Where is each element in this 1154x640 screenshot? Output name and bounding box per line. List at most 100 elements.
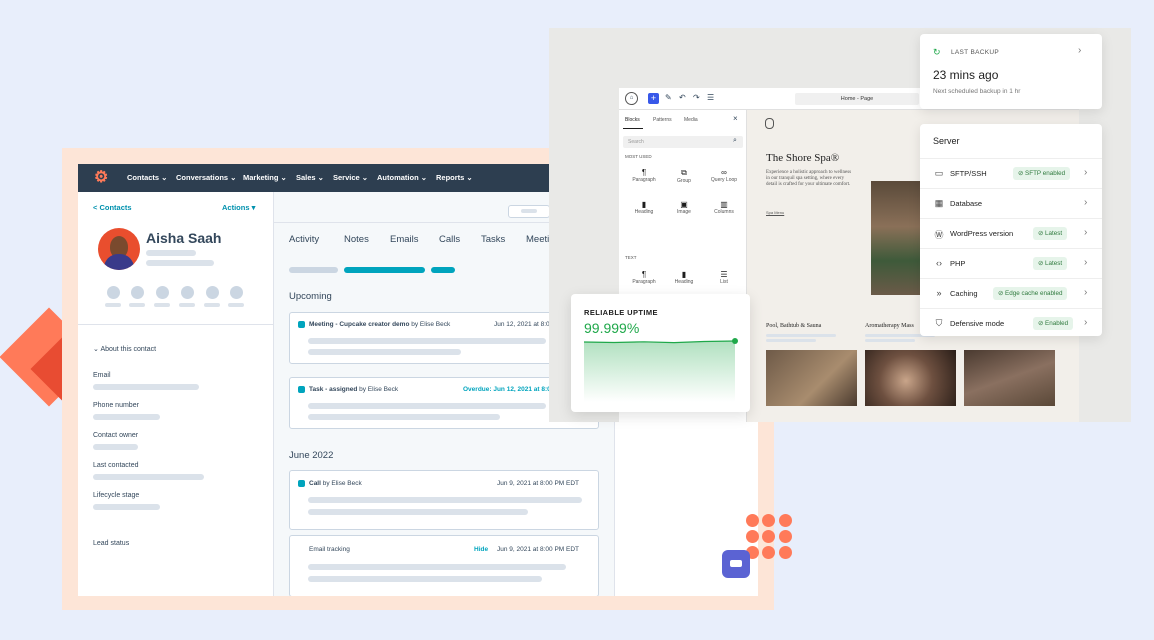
row-label: Caching bbox=[950, 289, 978, 298]
search-icon: ⌕ bbox=[733, 137, 737, 144]
caching-icon: » bbox=[936, 288, 942, 298]
contact-sidebar: < Contacts Actions ▾ Aisha Saah ⌄ About … bbox=[78, 192, 274, 596]
action-dot[interactable] bbox=[156, 286, 169, 299]
status-badge: ⊘ Enabled bbox=[1033, 317, 1074, 330]
card-author: by Elise Beck bbox=[320, 480, 362, 487]
clock-icon: ↻ bbox=[933, 47, 941, 57]
tab-activity[interactable]: Activity bbox=[289, 234, 319, 245]
tab-notes[interactable]: Notes bbox=[344, 234, 369, 245]
block-columns[interactable]: ▥ Columns bbox=[704, 200, 744, 215]
field-owner-label: Contact owner bbox=[93, 432, 139, 439]
last-backup-value: 23 mins ago bbox=[933, 68, 999, 82]
contact-name: Aisha Saah bbox=[146, 230, 222, 246]
chat-widget-button[interactable] bbox=[722, 550, 750, 578]
block-search-input[interactable]: Search ⌕ bbox=[623, 136, 743, 148]
tab-calls[interactable]: Calls bbox=[439, 234, 460, 245]
action-dot[interactable] bbox=[131, 286, 144, 299]
decorative-dot bbox=[746, 530, 759, 543]
block-paragraph[interactable]: ¶ Paragraph bbox=[624, 168, 664, 183]
nav-automation[interactable]: Automation ⌄ bbox=[377, 173, 427, 182]
tab-media[interactable]: Media bbox=[684, 117, 698, 123]
nav-reports[interactable]: Reports ⌄ bbox=[436, 173, 473, 182]
redo-icon[interactable]: ↷ bbox=[693, 93, 700, 102]
most-used-heading: MOST USED bbox=[625, 154, 652, 159]
action-dot[interactable] bbox=[206, 286, 219, 299]
decorative-dot bbox=[779, 530, 792, 543]
document-title[interactable]: Home - Page bbox=[795, 93, 919, 105]
about-this-contact-toggle[interactable]: ⌄ About this contact bbox=[93, 345, 156, 353]
status-badge: ⊘ Edge cache enabled bbox=[993, 287, 1068, 300]
chevron-right-icon: › bbox=[1084, 257, 1088, 268]
card-title: Task - assigned bbox=[309, 386, 358, 393]
status-badge: ⊘ SFTP enabled bbox=[1013, 167, 1071, 180]
block-group[interactable]: ⧉ Group bbox=[664, 168, 704, 184]
tab-meetings[interactable]: Meeti bbox=[526, 234, 549, 245]
server-row-php[interactable]: ‹› PHP ⊘ Latest › bbox=[920, 248, 1102, 278]
card-author: by Elise Beck bbox=[357, 386, 399, 393]
tab-emails[interactable]: Emails bbox=[390, 234, 419, 245]
field-lead-status-label: Lead status bbox=[93, 540, 130, 547]
tab-patterns[interactable]: Patterns bbox=[653, 117, 672, 123]
card-date: Jun 9, 2021 at 8:00 PM EDT bbox=[497, 480, 580, 487]
server-row-defensive-mode[interactable]: ⛉ Defensive mode ⊘ Enabled › bbox=[920, 308, 1102, 338]
card-title: Meeting - Cupcake creator demo bbox=[309, 321, 410, 328]
block-heading[interactable]: ▮ Heading bbox=[664, 270, 704, 285]
block-heading[interactable]: ▮ Heading bbox=[624, 200, 664, 215]
field-last-contacted-label: Last contacted bbox=[93, 462, 139, 469]
tab-blocks[interactable]: Blocks bbox=[625, 117, 640, 123]
status-badge: ⊘ Latest bbox=[1033, 227, 1068, 240]
avatar bbox=[98, 228, 140, 270]
nav-contacts[interactable]: Contacts ⌄ bbox=[127, 173, 167, 182]
nav-sales[interactable]: Sales ⌄ bbox=[296, 173, 324, 182]
server-title: Server bbox=[933, 136, 960, 146]
row-label: WordPress version bbox=[950, 229, 1014, 238]
decorative-dot bbox=[746, 514, 759, 527]
hubspot-logo-icon[interactable]: ⚙ bbox=[94, 170, 112, 188]
uptime-card: RELIABLE UPTIME 99.999% bbox=[571, 294, 750, 412]
filter-button[interactable] bbox=[508, 205, 550, 218]
uptime-value: 99.999% bbox=[584, 320, 640, 336]
card-title: Email tracking bbox=[309, 546, 350, 553]
field-lifecycle-label: Lifecycle stage bbox=[93, 492, 140, 499]
card-overdue-date: Overdue: Jun 12, 2021 at 8:0 bbox=[463, 386, 551, 393]
pencil-icon[interactable]: ✎ bbox=[665, 93, 672, 102]
chevron-right-icon: › bbox=[1084, 287, 1088, 298]
spa-menu-link[interactable]: Spa Menu bbox=[766, 210, 784, 215]
decorative-dot bbox=[779, 546, 792, 559]
shield-icon: ⛉ bbox=[935, 318, 943, 328]
block-image[interactable]: ▣ Image bbox=[664, 200, 704, 215]
action-dot[interactable] bbox=[107, 286, 120, 299]
undo-icon[interactable]: ↶ bbox=[679, 93, 686, 102]
server-row-sftp[interactable]: ▭ SFTP/SSH ⊘ SFTP enabled › bbox=[920, 158, 1102, 188]
activity-card-email[interactable]: Email tracking Hide Jun 9, 2021 at 8:00 … bbox=[289, 535, 599, 596]
about-this-contact-label: About this contact bbox=[100, 346, 157, 353]
wordpress-icon: Ⓦ bbox=[934, 230, 944, 240]
list-view-icon[interactable]: ☰ bbox=[707, 93, 714, 102]
nav-marketing[interactable]: Marketing ⌄ bbox=[243, 173, 287, 182]
uptime-label: RELIABLE UPTIME bbox=[584, 308, 658, 317]
actions-dropdown[interactable]: Actions ▾ bbox=[222, 203, 255, 212]
block-query-loop[interactable]: ∞ Query Loop bbox=[704, 168, 744, 183]
folder-icon: ▭ bbox=[934, 168, 944, 178]
tab-tasks[interactable]: Tasks bbox=[481, 234, 505, 245]
last-backup-card[interactable]: ↻ LAST BACKUP › 23 mins ago Next schedul… bbox=[920, 34, 1102, 109]
activity-card-call[interactable]: Call by Elise Beck Jun 9, 2021 at 8:00 P… bbox=[289, 470, 599, 530]
add-block-button[interactable]: + bbox=[648, 93, 659, 104]
card-date: Jun 9, 2021 at 8:00 PM EDT bbox=[497, 546, 580, 553]
hide-link[interactable]: Hide bbox=[474, 546, 488, 553]
server-row-caching[interactable]: » Caching ⊘ Edge cache enabled › bbox=[920, 278, 1102, 308]
chevron-right-icon[interactable]: › bbox=[1078, 45, 1081, 56]
action-dot[interactable] bbox=[230, 286, 243, 299]
spa-logo-icon bbox=[765, 118, 774, 129]
block-paragraph[interactable]: ¶ Paragraph bbox=[624, 270, 664, 285]
row-label: PHP bbox=[950, 259, 966, 268]
site-logo-icon[interactable]: ⌂ bbox=[625, 92, 638, 105]
close-icon[interactable]: × bbox=[733, 114, 738, 123]
action-dot[interactable] bbox=[181, 286, 194, 299]
nav-conversations[interactable]: Conversations ⌄ bbox=[176, 173, 236, 182]
back-to-contacts-link[interactable]: < Contacts bbox=[93, 203, 132, 212]
nav-service[interactable]: Service ⌄ bbox=[333, 173, 368, 182]
server-row-wordpress[interactable]: Ⓦ WordPress version ⊘ Latest › bbox=[920, 218, 1102, 248]
block-list[interactable]: ☰ List bbox=[704, 270, 744, 285]
server-row-database[interactable]: ▦ Database › bbox=[920, 188, 1102, 218]
